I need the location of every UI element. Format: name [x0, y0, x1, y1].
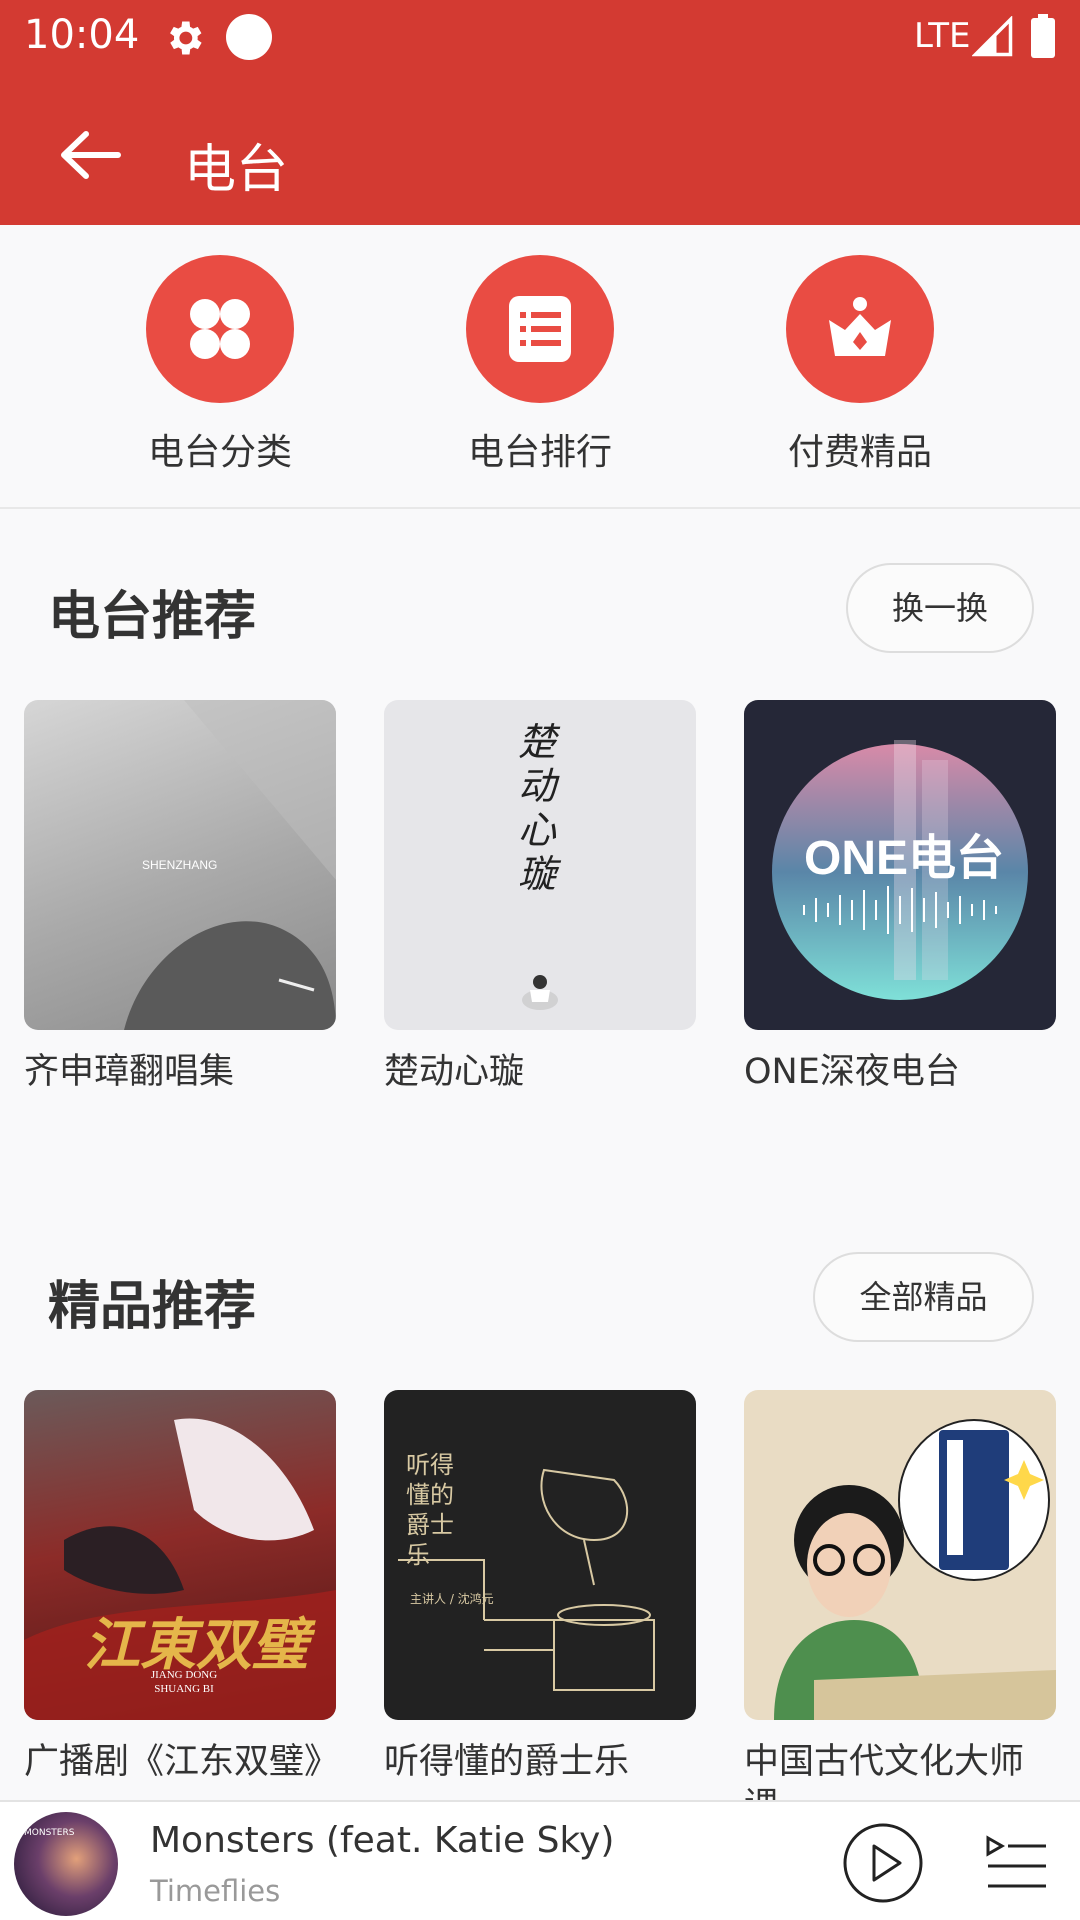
cover-text: SHENZHANG	[142, 858, 218, 872]
premium-card[interactable]: 听得懂的爵士乐 主讲人 / 沈鸿元 听得懂的爵士乐	[384, 1390, 696, 1830]
back-arrow-icon[interactable]	[58, 130, 122, 180]
status-time: 10:04	[24, 12, 140, 58]
all-premium-button[interactable]: 全部精品	[813, 1252, 1034, 1342]
quick-radio-ranking[interactable]: 电台排行	[415, 255, 665, 475]
quick-paid-premium[interactable]: 付费精品	[735, 255, 985, 475]
quick-label: 付费精品	[787, 432, 932, 473]
card-name: 楚动心璇	[384, 1052, 525, 1092]
cover-text: ONE电台	[804, 832, 1005, 885]
cover-image: 楚动心璇	[384, 700, 696, 1030]
premium-card[interactable]: 江東双璧 JIANG DONG SHUANG BI 广播剧《江东双璧》	[24, 1390, 336, 1830]
song-artist: Timeflies	[150, 1874, 281, 1908]
cover-subtext: JIANG DONG SHUANG BI	[150, 1669, 218, 1695]
mini-player[interactable]: MONSTERS Monsters (feat. Katie Sky) Time…	[0, 1800, 1080, 1920]
radio-card[interactable]: SHENZHANG 齐申璋翻唱集	[24, 700, 336, 1140]
refresh-button[interactable]: 换一换	[846, 563, 1034, 653]
battery-icon	[1031, 14, 1055, 58]
divider	[0, 507, 1080, 509]
radio-card[interactable]: ONE电台 ONE深夜电台	[744, 700, 1056, 1140]
crown-icon	[829, 297, 891, 356]
quick-label: 电台排行	[467, 432, 612, 473]
album-cover[interactable]: MONSTERS	[14, 1812, 118, 1916]
cover-image	[744, 1390, 1056, 1720]
signal-icon	[972, 16, 1013, 57]
page-title: 电台	[184, 140, 289, 200]
song-title: Monsters (feat. Katie Sky)	[150, 1820, 615, 1861]
playlist-icon[interactable]	[984, 1832, 1048, 1892]
radio-card[interactable]: 楚动心璇 楚动心璇	[384, 700, 696, 1140]
section-title-premium-recommend: 精品推荐	[48, 1277, 257, 1337]
cover-image: SHENZHANG	[24, 700, 336, 1030]
notification-dot-icon	[226, 14, 272, 60]
cover-image: ONE电台	[744, 700, 1056, 1030]
premium-card[interactable]: 中国古代文化大师课	[744, 1390, 1056, 1830]
gear-icon	[170, 21, 202, 55]
quick-radio-category[interactable]: 电台分类	[95, 255, 345, 475]
quick-label: 电台分类	[147, 432, 292, 473]
grid-icon	[190, 299, 250, 359]
play-icon[interactable]	[842, 1822, 924, 1904]
cover-image: 江東双璧 JIANG DONG SHUANG BI	[24, 1390, 336, 1720]
app-header: 10:04 LTE 电台	[0, 0, 1080, 225]
cover-image: 听得懂的爵士乐 主讲人 / 沈鸿元	[384, 1390, 696, 1720]
network-label: LTE	[914, 16, 971, 56]
album-cover-text: MONSTERS	[24, 1828, 75, 1838]
card-name: 齐申璋翻唱集	[24, 1052, 235, 1092]
card-name: ONE深夜电台	[744, 1052, 960, 1092]
list-icon	[509, 296, 571, 362]
status-bar: 10:04 LTE	[0, 0, 1080, 75]
section-title-radio-recommend: 电台推荐	[48, 587, 257, 647]
